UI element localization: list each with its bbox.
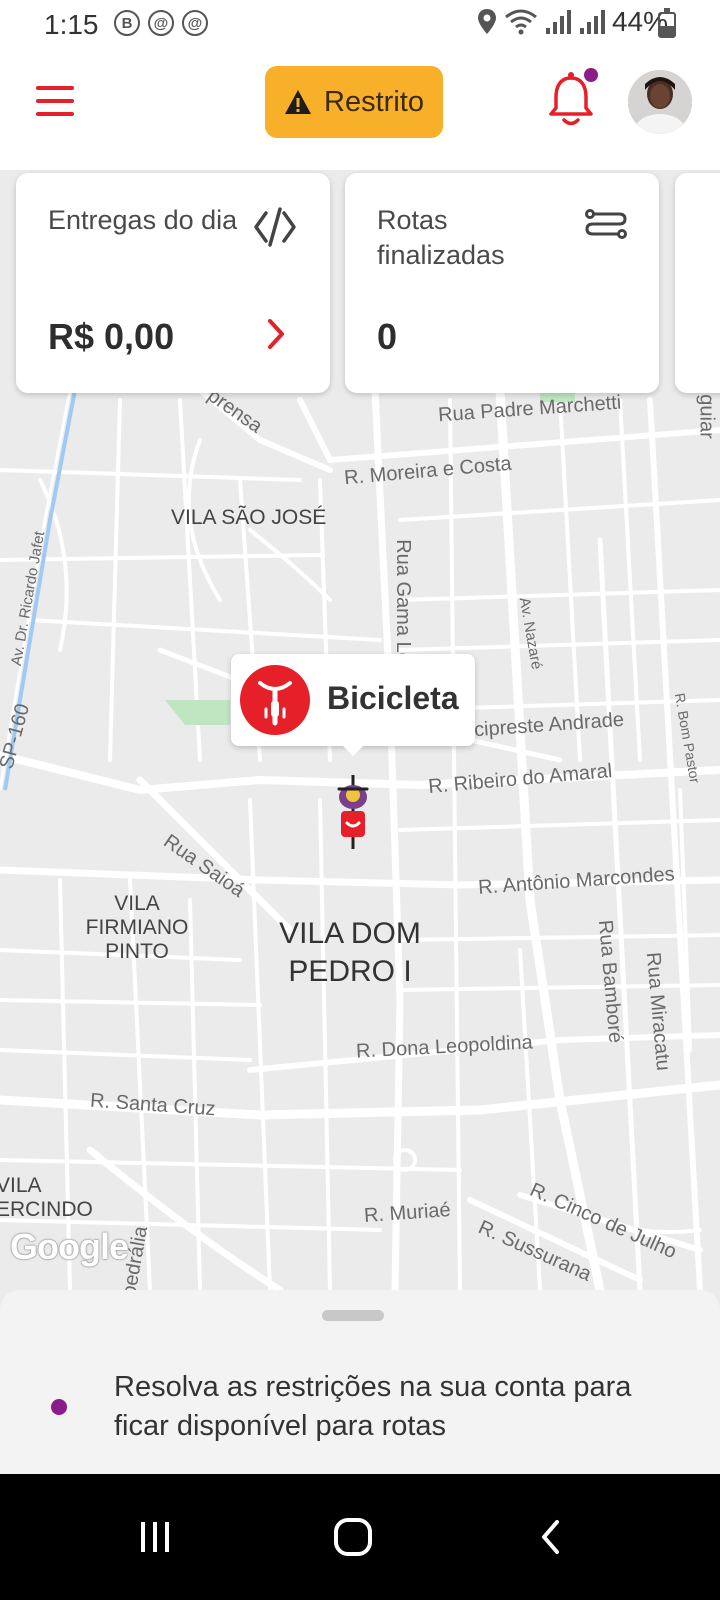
back-icon bbox=[542, 1520, 559, 1554]
status-dot bbox=[51, 1399, 67, 1415]
account-status-chip[interactable]: Restrito bbox=[265, 66, 443, 138]
money-off-icon bbox=[254, 207, 296, 247]
system-indicators: 44% bbox=[476, 6, 668, 38]
location-icon bbox=[477, 9, 496, 34]
recent-apps-icon bbox=[141, 1522, 169, 1552]
finished-routes-card[interactable]: Rotas finalizadas 0 bbox=[345, 173, 659, 393]
menu-line bbox=[36, 99, 74, 103]
wifi-icon bbox=[505, 9, 537, 35]
next-card-peek[interactable] bbox=[675, 173, 720, 393]
card-title: Rotas finalizadas bbox=[377, 205, 505, 270]
courier-location-marker bbox=[337, 775, 369, 849]
map-area-label: VILA ERCINDO bbox=[0, 1174, 93, 1221]
profile-avatar[interactable] bbox=[628, 70, 692, 134]
battery-icon bbox=[658, 8, 676, 38]
menu-line bbox=[36, 86, 74, 90]
app-notification-icon: @ bbox=[148, 10, 174, 36]
system-navigation-bar bbox=[0, 1474, 720, 1600]
bicycle-icon bbox=[240, 665, 310, 735]
vehicle-type-label: Bicicleta bbox=[327, 680, 459, 716]
map-street-label: guiar bbox=[695, 394, 718, 439]
route-icon bbox=[585, 209, 627, 239]
stats-carousel[interactable]: Entregas do dia R$ 0,00 Rotas finalizada… bbox=[0, 173, 720, 395]
warning-icon bbox=[285, 90, 312, 114]
notification-badge bbox=[584, 68, 598, 82]
sheet-drag-handle[interactable] bbox=[322, 1310, 384, 1321]
b-notification-icon: B bbox=[114, 10, 140, 36]
status-bar: 1:15 B @ @ 44% bbox=[0, 0, 720, 50]
app-notification-icon: @ bbox=[182, 10, 208, 36]
chevron-right-icon[interactable] bbox=[266, 317, 286, 351]
home-button[interactable] bbox=[318, 1502, 388, 1572]
status-chip-label: Restrito bbox=[324, 85, 424, 118]
avatar-photo bbox=[628, 70, 692, 134]
daily-deliveries-card[interactable]: Entregas do dia R$ 0,00 bbox=[16, 173, 330, 393]
map-area-label: VILA DOM PEDRO I bbox=[279, 917, 421, 988]
notification-icons: B @ @ bbox=[114, 10, 208, 36]
home-icon bbox=[334, 1518, 372, 1556]
app-header: Restrito bbox=[0, 50, 720, 170]
status-time: 1:15 bbox=[44, 9, 99, 40]
restrictions-bottom-sheet[interactable]: Resolva as restrições na sua conta para … bbox=[0, 1290, 720, 1474]
recent-apps-button[interactable] bbox=[120, 1502, 190, 1572]
card-value: R$ 0,00 bbox=[48, 316, 175, 357]
vehicle-type-popup[interactable]: Bicicleta bbox=[231, 654, 475, 756]
card-value: 0 bbox=[377, 316, 398, 357]
restriction-message: Resolva as restrições na sua conta para … bbox=[114, 1371, 632, 1442]
map-area-label: VILA FIRMIANO PINTO bbox=[85, 892, 189, 963]
map-area-label: VILA SÃO JOSÉ bbox=[171, 506, 327, 529]
signal-icon bbox=[545, 10, 571, 34]
card-title: Entregas do dia bbox=[48, 205, 238, 235]
back-button[interactable] bbox=[516, 1502, 586, 1572]
menu-line bbox=[36, 112, 74, 116]
hamburger-menu-button[interactable] bbox=[30, 80, 80, 122]
google-attribution: Google bbox=[10, 1226, 129, 1267]
map-street-label: Rua Gama Lo bbox=[391, 539, 414, 664]
signal-icon bbox=[579, 10, 605, 34]
